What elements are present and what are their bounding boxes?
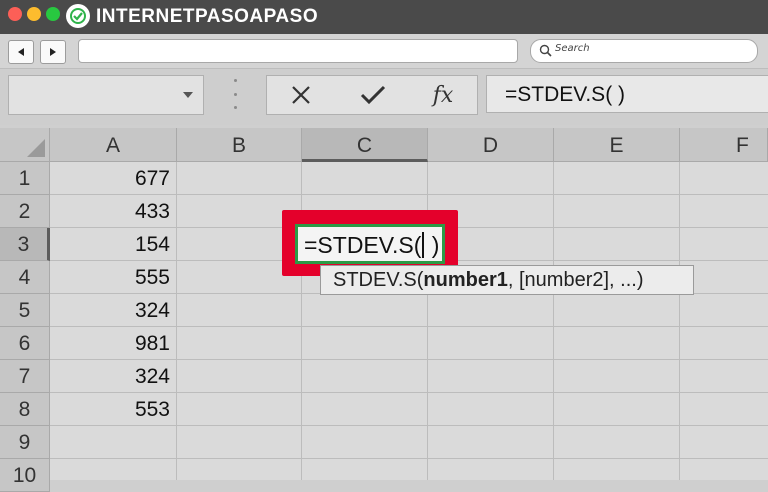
splitter-handle[interactable] — [226, 79, 244, 109]
formula-area: fx =STDEV.S( ) — [0, 69, 768, 125]
row-header-2[interactable]: 2 — [0, 195, 50, 228]
editor-text-before-caret: =STDEV.S( — [304, 232, 422, 258]
logo-icon — [66, 4, 90, 28]
column-header-c[interactable]: C — [302, 128, 428, 162]
search-placeholder: Search — [555, 43, 590, 54]
close-icon — [292, 86, 310, 104]
enter-button[interactable] — [353, 83, 393, 107]
cancel-button[interactable] — [281, 83, 321, 107]
cell-a1[interactable]: 677 — [50, 162, 176, 195]
column-header-d[interactable]: D — [428, 128, 554, 162]
select-all-button[interactable] — [0, 128, 50, 162]
search-icon — [539, 44, 552, 57]
row-header-7[interactable]: 7 — [0, 360, 50, 393]
forward-button[interactable] — [40, 40, 66, 64]
browser-navbar: Search — [0, 34, 768, 69]
cell-a8[interactable]: 553 — [50, 393, 176, 426]
row-header-9[interactable]: 9 — [0, 426, 50, 459]
browser-titlebar: INTERNETPASOAPASO — [0, 0, 768, 34]
row-header-6[interactable]: 6 — [0, 327, 50, 360]
gridline — [553, 162, 554, 480]
insert-function-button[interactable]: fx — [423, 82, 463, 108]
cell-a3[interactable]: 154 — [50, 228, 176, 261]
cell-a5[interactable]: 324 — [50, 294, 176, 327]
cell-a7[interactable]: 324 — [50, 360, 176, 393]
row-header-5[interactable]: 5 — [0, 294, 50, 327]
check-icon — [360, 85, 386, 105]
row-header-1[interactable]: 1 — [0, 162, 50, 195]
row-header-4[interactable]: 4 — [0, 261, 50, 294]
column-header-e[interactable]: E — [554, 128, 680, 162]
cell-a6[interactable]: 981 — [50, 327, 176, 360]
tooltip-current-arg: number1 — [423, 269, 508, 291]
logo-text: INTERNETPASOAPASO — [96, 6, 319, 27]
tooltip-rest-args: , [number2], ...) — [507, 269, 644, 291]
editor-text-after-caret: ) — [425, 232, 440, 258]
select-all-icon — [27, 139, 45, 157]
row-header-3[interactable]: 3 — [0, 228, 50, 261]
gridline — [50, 458, 768, 459]
row-header-10[interactable]: 10 — [0, 459, 50, 492]
fx-icon: fx — [432, 82, 454, 108]
gridline — [176, 162, 177, 480]
tooltip-function[interactable]: STDEV.S( — [333, 269, 423, 291]
cell-a2[interactable]: 433 — [50, 195, 176, 228]
column-header-a[interactable]: A — [50, 128, 177, 162]
address-bar[interactable] — [78, 39, 518, 63]
function-tooltip: STDEV.S(number1, [number2], ...) — [320, 265, 694, 295]
search-input[interactable]: Search — [530, 39, 758, 63]
back-arrow-icon — [18, 48, 24, 56]
column-header-f[interactable]: F — [680, 128, 768, 162]
gridline — [679, 162, 680, 480]
formula-buttons: fx — [266, 75, 478, 115]
minimize-window-button[interactable] — [27, 7, 41, 21]
forward-arrow-icon — [50, 48, 56, 56]
cell-a4[interactable]: 555 — [50, 261, 176, 294]
active-cell-editor[interactable]: =STDEV.S( ) — [295, 224, 445, 264]
chevron-down-icon — [183, 92, 193, 98]
name-box[interactable] — [8, 75, 204, 115]
formula-input[interactable]: =STDEV.S( ) — [486, 75, 768, 113]
column-header-b[interactable]: B — [177, 128, 302, 162]
back-button[interactable] — [8, 40, 34, 64]
spreadsheet-grid: A B C D E F 1 2 3 4 5 6 7 8 9 10 677 433… — [0, 128, 768, 492]
row-header-8[interactable]: 8 — [0, 393, 50, 426]
maximize-window-button[interactable] — [46, 7, 60, 21]
close-window-button[interactable] — [8, 7, 22, 21]
